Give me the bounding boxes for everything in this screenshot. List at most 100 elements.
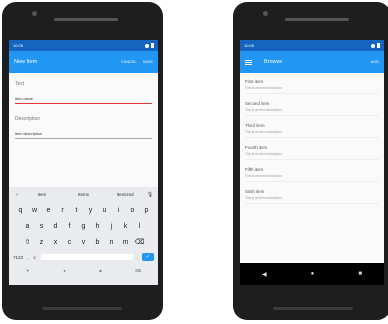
item-description: This is an item description. [245, 130, 379, 138]
list-item[interactable]: First item This is an item description. [245, 79, 379, 94]
items-list: First item This is an item description. … [240, 73, 384, 204]
comma-key[interactable]: , [27, 255, 28, 260]
toolbar: Browse ADD [240, 51, 384, 73]
key[interactable]: f [63, 223, 77, 230]
key[interactable]: x [49, 239, 63, 246]
item-description: This is an item description. [245, 108, 379, 116]
recents-icon[interactable]: ■ [358, 271, 362, 277]
item-title: Second item [245, 101, 270, 106]
list-item[interactable]: Sixth item This is an item description. [245, 189, 379, 204]
list-item[interactable]: Fourth item This is an item description. [245, 145, 379, 160]
text-label: Text [15, 81, 25, 87]
add-button[interactable]: ADD [371, 60, 379, 64]
key[interactable]: l [133, 223, 147, 230]
numbers-key[interactable]: ?123 [13, 255, 23, 260]
list-item[interactable]: Third item This is an item description. [245, 123, 379, 138]
page-title: Browse [264, 59, 283, 65]
status-time: 10:05 [13, 43, 24, 48]
key[interactable]: k [119, 223, 133, 230]
item-title: Fourth item [245, 145, 268, 150]
microphone-icon[interactable]: 🎙 [146, 192, 154, 198]
suggestion-item[interactable]: Itemized [104, 192, 146, 197]
back-icon[interactable]: ▼ [26, 268, 30, 273]
key[interactable]: d [49, 223, 63, 230]
home-icon[interactable]: ● [63, 268, 65, 273]
key[interactable]: y [84, 207, 98, 214]
description-label: Description [15, 116, 41, 122]
chevron-right-icon[interactable]: › [13, 192, 21, 198]
key[interactable]: v [77, 239, 91, 246]
item-name-input[interactable]: Item name [15, 97, 152, 104]
new-item-screen: 10:05 New Item CANCEL SAVE Text Item nam… [9, 40, 158, 285]
phone-new-item: 10:05 New Item CANCEL SAVE Text Item nam… [2, 2, 163, 320]
spacebar[interactable] [40, 254, 133, 260]
keyboard-row-1: q w e r t y u i o p [9, 202, 158, 218]
system-nav-bar: ▼ ● ■ ⌨ [9, 264, 158, 276]
hamburger-menu-icon[interactable] [245, 59, 252, 65]
status-bar: 10:05 [9, 40, 158, 51]
wifi-icon [371, 43, 375, 48]
keyboard-bottom-row: ?123 , ☺ . ✓ [9, 250, 158, 264]
page-title: New Item [14, 59, 38, 65]
system-nav-bar: ◀ ● ■ [240, 263, 384, 285]
home-icon[interactable]: ● [311, 271, 315, 277]
key[interactable]: w [28, 207, 42, 214]
item-title: Fifth item [245, 167, 264, 172]
recents-icon[interactable]: ■ [99, 268, 101, 273]
battery-icon [377, 43, 380, 48]
camera-icon [32, 11, 37, 16]
speaker-grille [54, 18, 118, 21]
key[interactable]: c [63, 239, 77, 246]
soft-keyboard: › Item Items Itemized 🎙 q w e r t y u i … [9, 187, 158, 285]
shift-icon[interactable]: ⇧ [21, 238, 35, 246]
item-description: This is an item description. [245, 86, 379, 94]
key[interactable]: u [98, 207, 112, 214]
battery-icon [151, 43, 154, 48]
key[interactable]: p [140, 207, 154, 214]
key[interactable]: g [77, 223, 91, 230]
cancel-button[interactable]: CANCEL [121, 60, 137, 64]
emoji-icon[interactable]: ☺ [32, 255, 37, 260]
browse-screen: 10:05 Browse ADD First item This is an i… [240, 40, 384, 285]
key[interactable]: b [91, 239, 105, 246]
key[interactable]: s [35, 223, 49, 230]
item-description: This is an item description. [245, 152, 379, 160]
list-item[interactable]: Fifth item This is an item description. [245, 167, 379, 182]
key[interactable]: a [21, 223, 35, 230]
item-title: First item [245, 79, 264, 84]
key[interactable]: z [35, 239, 49, 246]
key[interactable]: q [14, 207, 28, 214]
speaker-grille [273, 307, 353, 310]
key[interactable]: i [112, 207, 126, 214]
speaker-grille [285, 18, 349, 21]
item-description-input[interactable]: Item description [15, 132, 152, 139]
camera-icon [263, 11, 268, 16]
suggestion-bar: › Item Items Itemized 🎙 [9, 187, 158, 202]
key[interactable]: j [105, 223, 119, 230]
keyboard-row-3: ⇧ z x c v b n m ⌫ [9, 234, 158, 250]
status-bar: 10:05 [240, 40, 384, 51]
status-time: 10:05 [244, 43, 255, 48]
key[interactable]: n [105, 239, 119, 246]
enter-check-icon[interactable]: ✓ [142, 253, 154, 261]
key[interactable]: h [91, 223, 105, 230]
wifi-icon [145, 43, 149, 48]
key[interactable]: r [56, 207, 70, 214]
key[interactable]: o [126, 207, 140, 214]
backspace-icon[interactable]: ⌫ [133, 238, 147, 246]
speaker-grille [42, 307, 122, 310]
key[interactable]: t [70, 207, 84, 214]
suggestion-item[interactable]: Item [21, 192, 63, 197]
key[interactable]: e [42, 207, 56, 214]
item-title: Third item [245, 123, 265, 128]
suggestion-item[interactable]: Items [63, 192, 105, 197]
item-description: This is an item description. [245, 174, 379, 182]
back-icon[interactable]: ◀ [262, 271, 267, 278]
period-key[interactable]: . [137, 255, 138, 260]
list-item[interactable]: Second item This is an item description. [245, 101, 379, 116]
item-description: This is an item description. [245, 196, 379, 204]
key[interactable]: m [119, 239, 133, 246]
phone-browse: 10:05 Browse ADD First item This is an i… [233, 2, 388, 320]
keyboard-switch-icon[interactable]: ⌨ [135, 268, 141, 273]
save-button[interactable]: SAVE [143, 60, 153, 64]
